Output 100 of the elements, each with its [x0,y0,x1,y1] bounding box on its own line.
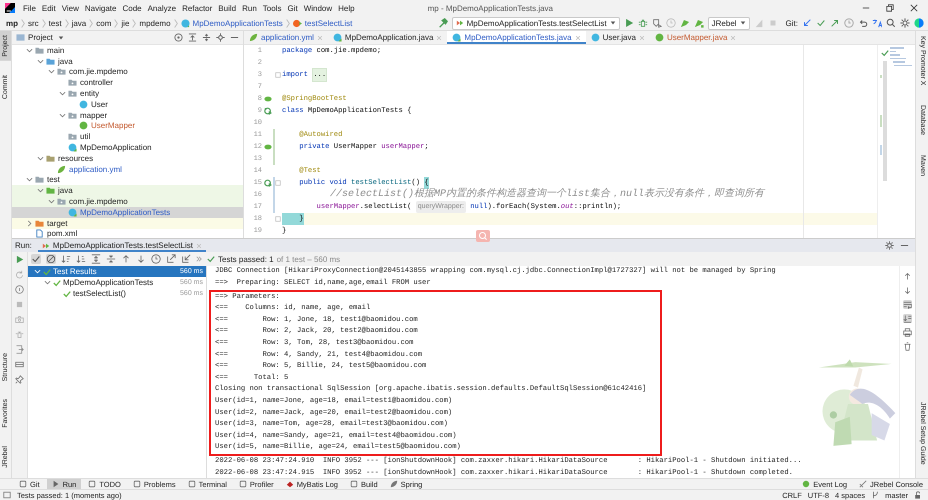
expand-icon[interactable] [188,33,197,42]
exit-icon[interactable] [15,345,24,354]
menu-item[interactable]: Build [215,4,240,12]
chevron-icon[interactable] [44,279,51,286]
chevron-icon[interactable] [59,90,66,98]
print-icon[interactable] [903,328,912,337]
breadcrumb[interactable]: com [96,18,112,28]
editor-tab[interactable]: MpDemoApplicationTests.java [447,31,586,44]
editor-tab[interactable]: User.java [586,31,650,44]
tree-row[interactable]: application.yml [12,164,243,175]
breadcrumb[interactable]: mp [6,18,18,28]
menu-item[interactable]: Run [239,4,260,12]
app-logo-icon[interactable] [914,18,924,28]
search-icon[interactable] [886,18,896,28]
breadcrumb[interactable]: jie [121,18,130,28]
tree-row[interactable]: MpDemoApplication [12,142,243,153]
translate-icon[interactable] [872,18,882,28]
tree-row[interactable]: controller [12,77,243,88]
tree-row[interactable]: entity [12,88,243,99]
run-icon[interactable] [264,107,272,115]
menu-item[interactable]: File [20,4,39,12]
menu-item[interactable]: Refactor [179,4,216,12]
menu-item[interactable]: Git [284,4,301,12]
run-icon[interactable] [264,179,272,187]
bean-icon[interactable] [264,143,272,151]
chevron-icon[interactable] [48,198,55,206]
breadcrumb[interactable]: mpdemo [139,18,171,28]
expand-icon[interactable] [91,254,101,264]
layout-icon[interactable] [15,360,24,369]
down-icon[interactable] [136,254,146,264]
tree-row[interactable]: MpDemoApplicationTests [12,206,243,218]
chevron-icon[interactable] [26,176,33,184]
tree-row[interactable]: java [12,185,243,196]
settings-icon[interactable] [900,18,910,28]
run-configuration-dropdown[interactable]: MpDemoApplicationTests.testSelectList [452,16,620,30]
toggle-icon[interactable] [15,285,24,294]
run-icon[interactable] [15,255,24,264]
menu-item[interactable]: Window [300,4,336,12]
chevron-icon[interactable] [26,220,33,227]
panel-title[interactable]: Project [28,33,53,42]
chevron-icon[interactable] [37,154,44,162]
chevron-icon[interactable] [26,46,33,54]
clock-icon[interactable] [151,254,161,264]
close-icon[interactable] [910,4,918,12]
arrow-icon[interactable] [830,18,840,28]
tree-row[interactable]: resources [12,152,243,164]
menu-item[interactable]: Analyze [144,4,180,12]
run-icon[interactable] [624,18,634,28]
tree-row[interactable]: com.jie.mpdemo [12,66,243,78]
menu-item[interactable]: Edit [38,4,59,12]
run-tab[interactable]: MpDemoApplicationTests.testSelectList [38,239,206,252]
bug-icon[interactable] [638,18,648,28]
menu-item[interactable]: Help [335,4,358,12]
scroll-end-icon[interactable] [903,314,912,323]
settings-icon[interactable] [885,241,894,250]
menu-item[interactable]: View [58,4,82,12]
check-icon[interactable] [816,18,826,28]
lock-icon[interactable] [914,491,922,499]
undo-icon[interactable] [858,18,868,28]
tree-row[interactable]: UserMapper [12,120,243,132]
tree-row[interactable]: util [12,131,243,142]
tree-row[interactable]: pom.xml [12,228,243,238]
tree-row[interactable]: User [12,98,243,110]
tree-row[interactable]: com.jie.mpdemo [12,196,243,207]
import-icon[interactable] [181,254,191,264]
cancel-icon[interactable] [46,254,56,264]
pin-icon[interactable] [15,375,24,384]
up-icon[interactable] [121,254,131,264]
settings-icon[interactable] [216,33,225,42]
collapse-icon[interactable] [106,254,116,264]
menu-item[interactable]: Code [119,4,145,12]
tree-row[interactable]: java [12,56,243,67]
trash-icon[interactable] [903,342,912,351]
target-icon[interactable] [174,33,183,42]
check-icon[interactable] [31,254,41,264]
editor-tab[interactable]: MpDemoApplication.java [328,31,448,44]
sort-icon[interactable] [76,254,86,264]
tree-row[interactable]: main [12,45,243,56]
up-icon[interactable] [903,272,912,281]
chevron-icon[interactable] [37,187,44,194]
arrow-icon[interactable] [802,18,812,28]
rocket-icon[interactable] [680,18,690,28]
bean-icon[interactable] [264,95,272,103]
chevron-icon[interactable] [59,112,66,119]
tree-row[interactable]: mapper [12,110,243,121]
caret-icon[interactable] [58,34,64,40]
breadcrumb[interactable]: java [72,18,86,28]
chevron-icon[interactable] [196,256,202,262]
restore-icon[interactable] [886,4,894,12]
breadcrumb[interactable]: testSelectList [304,18,352,28]
rocket-icon[interactable] [694,18,704,28]
chevron-icon[interactable] [48,68,55,76]
tree-row[interactable]: test [12,174,243,186]
shield-icon[interactable] [652,18,662,28]
chevron-icon[interactable] [37,58,44,65]
editor-tab[interactable]: UserMapper.java [650,31,742,44]
tree-row[interactable]: target [12,218,243,229]
breadcrumb[interactable]: src [28,18,39,28]
export-icon[interactable] [166,254,176,264]
hammer-icon[interactable] [438,18,448,28]
